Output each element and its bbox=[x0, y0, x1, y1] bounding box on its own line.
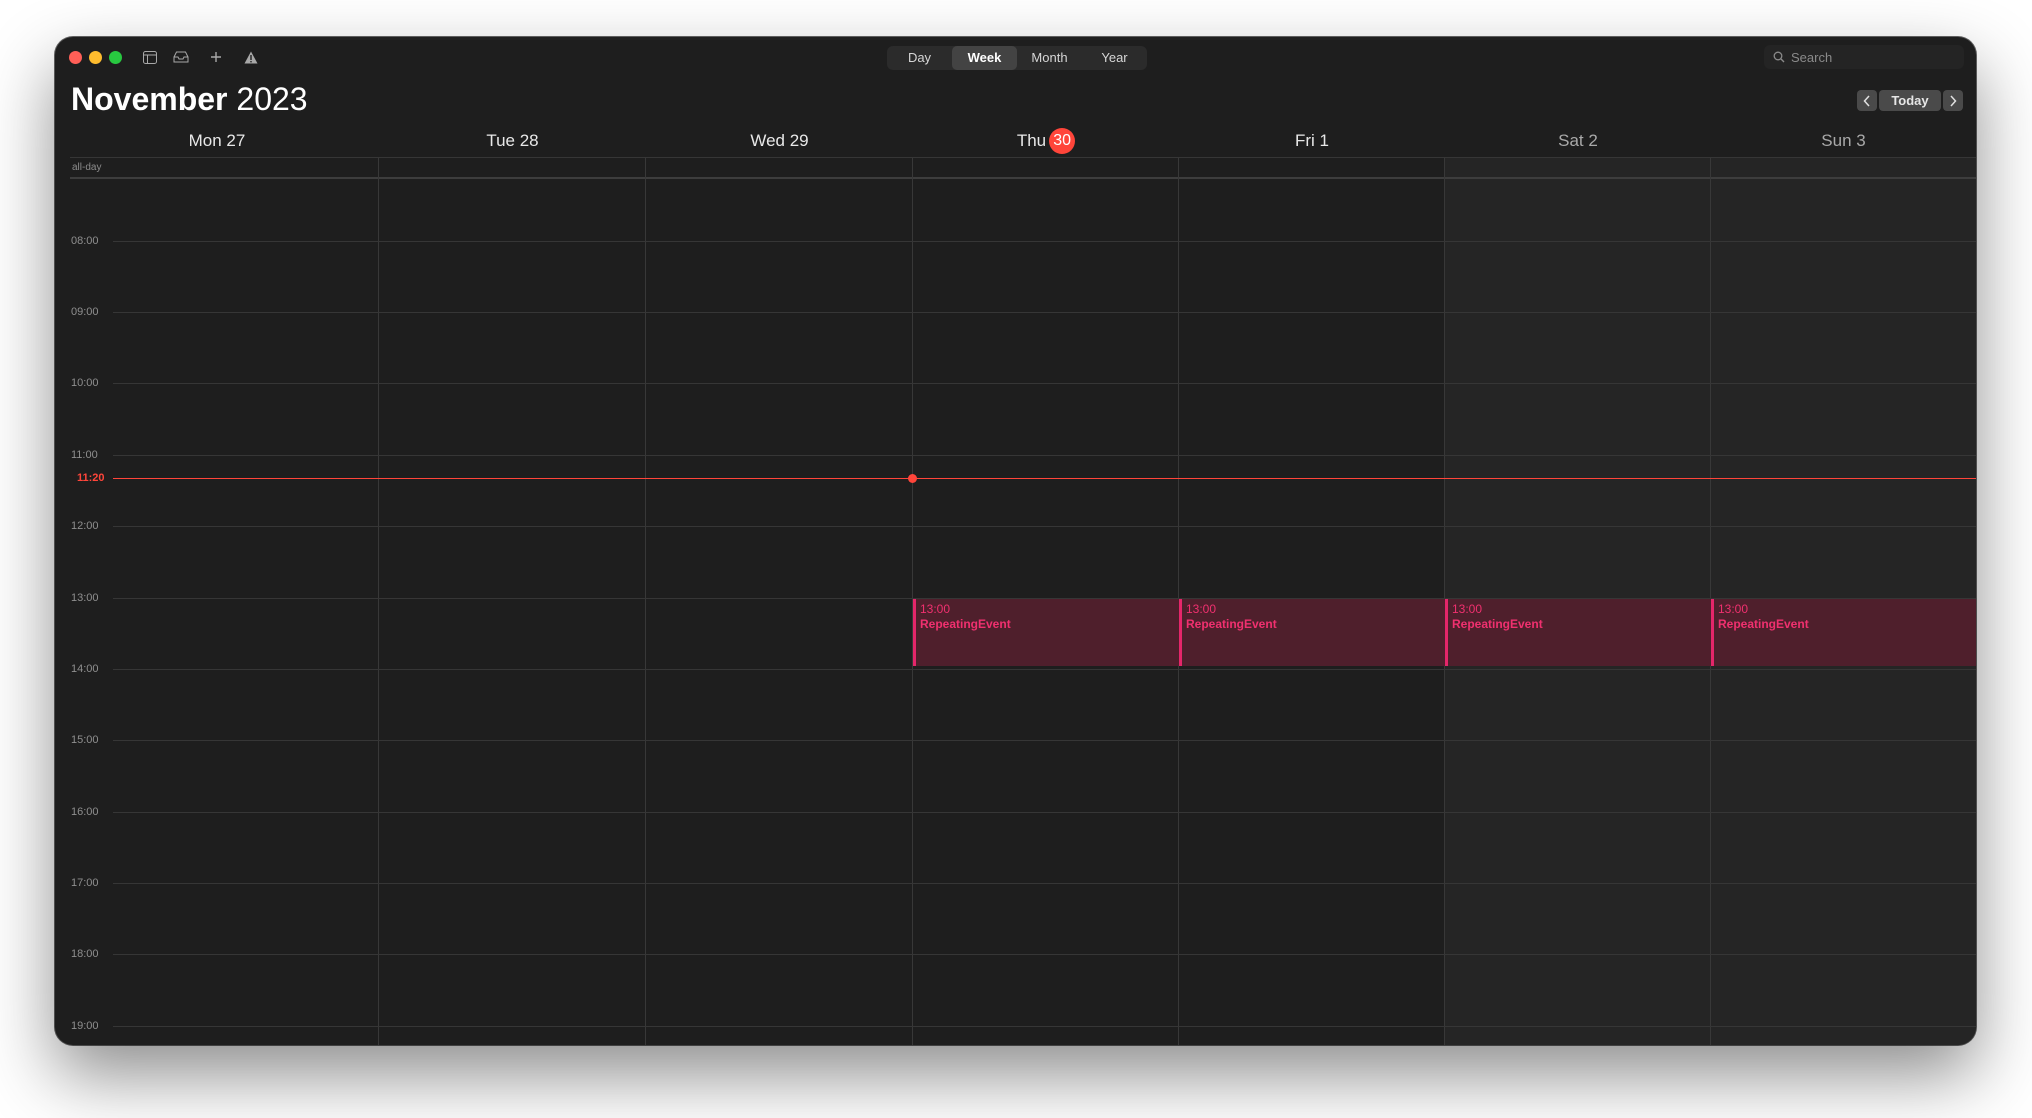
hour-line bbox=[113, 383, 1976, 384]
hour-line bbox=[113, 812, 1976, 813]
day-header-sun[interactable]: Sun 3 bbox=[1711, 129, 1976, 153]
hour-line bbox=[113, 740, 1976, 741]
minimize-button[interactable] bbox=[89, 51, 102, 64]
view-day-button[interactable]: Day bbox=[887, 46, 952, 70]
event-block[interactable]: 13:00 RepeatingEvent bbox=[1711, 599, 1976, 666]
view-month-button[interactable]: Month bbox=[1017, 46, 1082, 70]
view-year-button[interactable]: Year bbox=[1082, 46, 1147, 70]
search-icon bbox=[1773, 51, 1785, 63]
hour-label: 14:00 bbox=[71, 663, 99, 675]
hour-label: 10:00 bbox=[71, 377, 99, 389]
calendar-window: Day Week Month Year November 2023 Today bbox=[55, 37, 1976, 1045]
chevron-right-icon bbox=[1949, 94, 1957, 107]
close-button[interactable] bbox=[69, 51, 82, 64]
hour-label: 17:00 bbox=[71, 877, 99, 889]
day-header-tue[interactable]: Tue 28 bbox=[379, 129, 646, 153]
hour-label: 13:00 bbox=[71, 592, 99, 604]
hour-label: 11:00 bbox=[71, 449, 98, 461]
day-header-thu[interactable]: Thu 30 bbox=[913, 128, 1179, 154]
hour-line bbox=[113, 883, 1976, 884]
day-header-wed[interactable]: Wed 29 bbox=[646, 129, 913, 153]
year-label: 2023 bbox=[236, 81, 308, 117]
hour-label: 16:00 bbox=[71, 806, 99, 818]
event-title: RepeatingEvent bbox=[920, 617, 1011, 631]
previous-week-button[interactable] bbox=[1857, 90, 1877, 111]
next-week-button[interactable] bbox=[1943, 90, 1963, 111]
event-time: 13:00 bbox=[920, 602, 951, 616]
event-time: 13:00 bbox=[1718, 602, 1749, 616]
today-button[interactable]: Today bbox=[1879, 90, 1941, 111]
event-time: 13:00 bbox=[1452, 602, 1483, 616]
day-column-divider bbox=[645, 158, 646, 1045]
day-header-fri[interactable]: Fri 1 bbox=[1179, 129, 1445, 153]
current-time-label: 11:20 bbox=[77, 472, 105, 484]
event-title: RepeatingEvent bbox=[1718, 617, 1809, 631]
warning-icon[interactable] bbox=[240, 46, 262, 68]
calendar-list-icon[interactable] bbox=[139, 46, 161, 68]
month-label: November bbox=[71, 81, 228, 117]
hour-label: 08:00 bbox=[71, 235, 99, 247]
page-title: November 2023 bbox=[71, 81, 308, 118]
day-header-sat[interactable]: Sat 2 bbox=[1445, 129, 1711, 153]
day-column-divider bbox=[378, 158, 379, 1045]
hour-line bbox=[113, 312, 1976, 313]
date-navigation: Today bbox=[1857, 90, 1963, 111]
hour-label: 15:00 bbox=[71, 734, 99, 746]
hour-line bbox=[113, 455, 1976, 456]
all-day-label: all-day bbox=[72, 162, 102, 173]
search-box bbox=[1764, 45, 1964, 69]
hour-line bbox=[113, 241, 1976, 242]
hour-line bbox=[113, 1026, 1976, 1027]
search-input[interactable] bbox=[1791, 49, 1951, 65]
day-header-weekday: Thu bbox=[1016, 131, 1047, 150]
hour-line bbox=[113, 669, 1976, 670]
header-divider bbox=[70, 157, 1976, 158]
hour-label: 09:00 bbox=[71, 306, 99, 318]
event-block[interactable]: 13:00 RepeatingEvent bbox=[1179, 599, 1445, 666]
hour-label: 12:00 bbox=[71, 520, 99, 532]
current-time-dot bbox=[908, 474, 917, 483]
event-block[interactable]: 13:00 RepeatingEvent bbox=[913, 599, 1179, 666]
chevron-left-icon bbox=[1863, 94, 1871, 107]
inbox-icon[interactable] bbox=[170, 46, 192, 68]
hour-line bbox=[113, 954, 1976, 955]
view-switcher: Day Week Month Year bbox=[887, 46, 1147, 70]
hour-label: 19:00 bbox=[71, 1020, 99, 1032]
plus-icon[interactable] bbox=[205, 46, 227, 68]
event-time: 13:00 bbox=[1186, 602, 1217, 616]
day-header-mon[interactable]: Mon 27 bbox=[70, 129, 364, 153]
current-time-line bbox=[113, 478, 1976, 479]
title-bar: Day Week Month Year bbox=[55, 37, 1976, 77]
event-title: RepeatingEvent bbox=[1452, 617, 1543, 631]
hour-label: 18:00 bbox=[71, 948, 99, 960]
hour-line bbox=[113, 526, 1976, 527]
zoom-button[interactable] bbox=[109, 51, 122, 64]
all-day-divider bbox=[70, 177, 1976, 179]
event-title: RepeatingEvent bbox=[1186, 617, 1277, 631]
today-date-badge: 30 bbox=[1049, 128, 1076, 154]
view-week-button[interactable]: Week bbox=[952, 46, 1017, 70]
event-block[interactable]: 13:00 RepeatingEvent bbox=[1445, 599, 1711, 666]
